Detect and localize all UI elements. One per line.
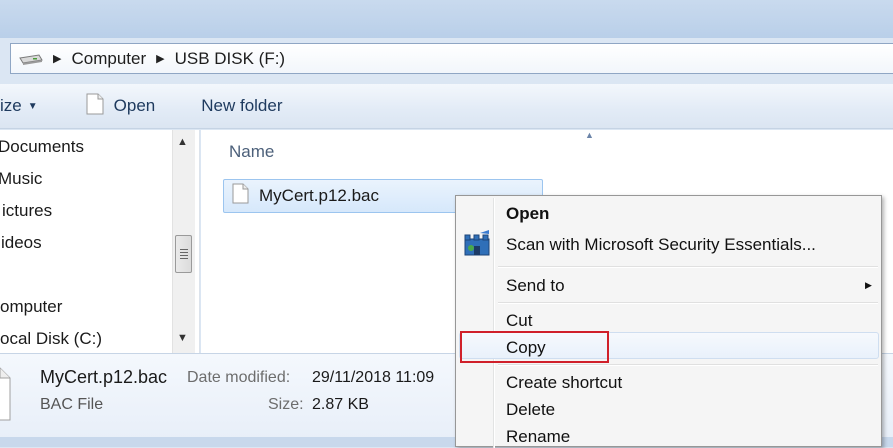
breadcrumb-arrow-icon[interactable]: ▶ — [53, 52, 61, 65]
window-frame-top — [0, 0, 893, 38]
scroll-up-icon[interactable]: ▲ — [177, 136, 188, 148]
nav-scrollbar[interactable]: ▲ ▼ — [172, 130, 195, 353]
nav-item-label[interactable]: ictures — [2, 201, 52, 220]
breadcrumb-label[interactable]: Computer — [71, 49, 146, 69]
menu-item-cut[interactable]: Cut — [506, 311, 532, 331]
context-menu: Open Scan with Microsoft Security Essent… — [455, 195, 882, 448]
new-folder-label[interactable]: New folder — [201, 96, 282, 116]
nav-item-local-disk[interactable]: ocal Disk (C:) — [0, 329, 102, 349]
nav-item-pictures[interactable]: ictures — [2, 201, 52, 221]
details-size-value: 2.87 KB — [312, 396, 369, 413]
scroll-thumb[interactable] — [175, 235, 192, 273]
details-size-label: Size: — [268, 396, 304, 413]
menu-item-delete[interactable]: Delete — [506, 400, 555, 420]
scroll-down-icon[interactable]: ▼ — [177, 332, 188, 344]
caret-down-icon[interactable]: ▼ — [28, 101, 38, 112]
new-folder-button[interactable]: New folder — [201, 96, 282, 116]
organize-label[interactable]: ize — [0, 96, 22, 116]
organize-button[interactable]: ize ▼ — [0, 96, 38, 116]
menu-item-create-shortcut[interactable]: Create shortcut — [506, 373, 622, 393]
details-file-name: MyCert.p12.bac — [40, 367, 168, 387]
nav-item-label[interactable]: ideos — [1, 233, 42, 252]
usb-drive-icon — [17, 50, 43, 68]
nav-item-documents[interactable]: Documents — [0, 137, 84, 157]
breadcrumb-computer[interactable]: ▶ Computer — [53, 49, 146, 69]
menu-item-open[interactable]: Open — [506, 204, 549, 224]
document-icon — [86, 93, 104, 120]
details-date-label: Date modified: — [187, 369, 291, 386]
navigation-pane: Documents Music ictures ideos omputer oc… — [0, 130, 200, 353]
sort-arrow-icon: ▲ — [585, 130, 594, 140]
nav-item-music[interactable]: Music — [0, 169, 42, 189]
microsoft-security-essentials-icon — [462, 229, 494, 264]
file-icon — [232, 183, 249, 209]
menu-item-send-to[interactable]: Send to — [506, 276, 565, 296]
breadcrumb-arrow-icon[interactable]: ▶ — [156, 52, 164, 65]
file-name[interactable]: MyCert.p12.bac — [259, 186, 379, 206]
nav-item-videos[interactable]: ideos — [1, 233, 42, 253]
submenu-arrow-icon: ▶ — [865, 280, 872, 290]
nav-item-computer[interactable]: omputer — [0, 297, 62, 317]
details-date-value: 29/11/2018 11:09 — [312, 369, 435, 386]
address-bar[interactable]: ▶ Computer ▶ USB DISK (F:) — [10, 43, 893, 74]
nav-item-label[interactable]: omputer — [0, 297, 62, 316]
breadcrumb-label[interactable]: USB DISK (F:) — [175, 49, 286, 69]
nav-item-label[interactable]: Documents — [0, 137, 84, 156]
menu-item-scan[interactable]: Scan with Microsoft Security Essentials.… — [506, 235, 816, 255]
column-header-name[interactable]: Name — [229, 142, 274, 162]
breadcrumb-usb-disk[interactable]: ▶ USB DISK (F:) — [156, 49, 285, 69]
open-label[interactable]: Open — [114, 96, 156, 116]
copy-highlight-annotation — [460, 331, 609, 363]
command-bar: ize ▼ Open New folder — [0, 84, 893, 129]
menu-item-rename[interactable]: Rename — [506, 427, 570, 447]
file-large-icon — [0, 366, 12, 427]
nav-item-label[interactable]: ocal Disk (C:) — [0, 329, 102, 348]
open-button[interactable]: Open — [86, 93, 156, 120]
nav-item-label[interactable]: Music — [0, 169, 42, 188]
details-file-type: BAC File — [40, 396, 104, 413]
